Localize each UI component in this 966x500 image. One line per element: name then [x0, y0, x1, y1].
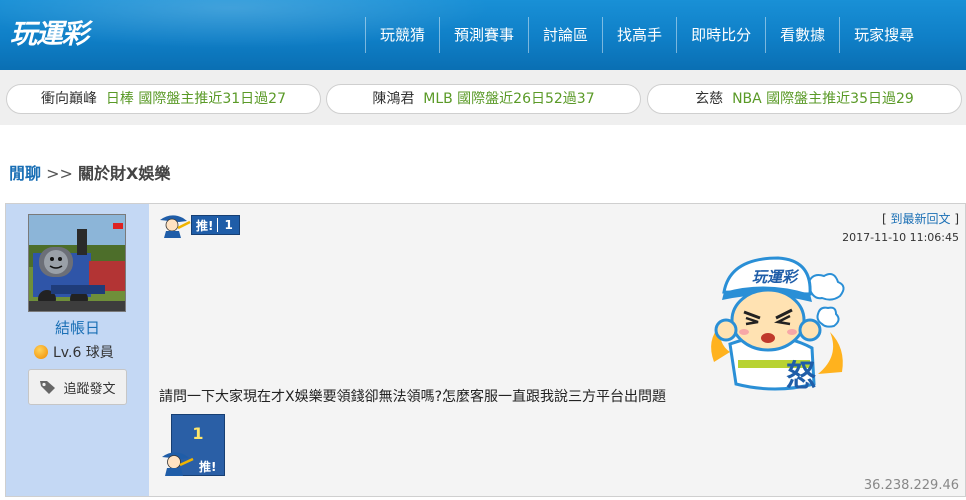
author-username[interactable]: 結帳日	[6, 317, 149, 338]
main-nav: 玩競猜 預測賽事 討論區 找高手 即時比分 看數據 玩家搜尋	[365, 17, 928, 53]
ticker-name: 玄慈	[695, 91, 724, 107]
push-vote-count: 1	[192, 424, 204, 443]
ticker-text: NBA 國際盤主推近35日過29	[732, 91, 914, 107]
mascot-icon	[162, 452, 194, 476]
level-text: Lv.6 球員	[53, 345, 114, 361]
ticker-name: 衝向巔峰	[41, 91, 97, 107]
reply-bracket-close: ]	[950, 212, 959, 226]
ticker-text: MLB 國際盤近26日52過37	[423, 91, 595, 107]
track-posts-label: 追蹤發文	[63, 381, 116, 397]
push-button[interactable]: 推! 1	[157, 212, 240, 238]
latest-reply-label: 到最新回文	[890, 212, 951, 226]
level-icon	[34, 345, 48, 359]
nav-item-experts[interactable]: 找高手	[602, 17, 676, 53]
sticker-cap-text: 玩運彩	[752, 268, 800, 286]
post-body: 請問一下大家現在才X娛樂要領錢卻無法領嗎?怎麼客服一直跟我說三方平台出問題	[159, 389, 667, 405]
push-counter: 推! 1	[191, 215, 240, 235]
breadcrumb-separator: >>	[41, 164, 78, 183]
nav-item-forum[interactable]: 討論區	[528, 17, 602, 53]
breadcrumb-board-link[interactable]: 閒聊	[9, 164, 41, 183]
nav-item-player-search[interactable]: 玩家搜尋	[839, 17, 928, 53]
ticker-name: 陳鴻君	[372, 91, 415, 107]
site-logo[interactable]: 玩運彩	[8, 12, 128, 52]
sticker-emotion-text: 怒	[786, 359, 816, 394]
top-header: 玩運彩 玩競猜 預測賽事 討論區 找高手 即時比分 看數據 玩家搜尋	[0, 0, 966, 70]
post-timestamp: 2017-11-10 11:06:45	[842, 231, 959, 244]
ticker-band-scallop	[0, 118, 966, 132]
poster-ip: 36.238.229.46	[863, 478, 959, 493]
tag-icon	[40, 381, 56, 394]
nav-item-predict[interactable]: 預測賽事	[439, 17, 528, 53]
avatar[interactable]	[28, 214, 126, 312]
breadcrumb-current: 關於財X娛樂	[78, 164, 171, 183]
breadcrumb: 閒聊 >> 關於財X娛樂	[9, 160, 170, 184]
author-level: Lv.6 球員	[34, 342, 114, 362]
ticker-pill[interactable]: 衝向巔峰 日棒 國際盤主推近31日過27	[6, 84, 321, 114]
track-posts-button[interactable]: 追蹤發文	[28, 369, 127, 405]
push-vote-button[interactable]: 1 推!	[159, 414, 225, 476]
mascot-icon	[160, 215, 191, 238]
angry-mascot-sticker: 玩運彩 怒	[711, 256, 845, 394]
nav-item-livescore[interactable]: 即時比分	[676, 17, 765, 53]
post-content-area: 推! 1 [ 到最新回文 ] 2017-11-10 11:06:45 玩運彩 怒…	[149, 204, 965, 496]
forum-post: 結帳日 Lv.6 球員 追蹤發文 推! 1 [到最新回文] 2017-11-…	[5, 203, 966, 497]
push-vote-label: 推!	[199, 460, 217, 474]
push-count: 1	[217, 218, 238, 232]
avatar-image	[29, 215, 125, 311]
nav-item-stats[interactable]: 看數據	[765, 17, 839, 53]
ticker-pill[interactable]: 陳鴻君 MLB 國際盤近26日52過37	[326, 84, 641, 114]
author-panel: 結帳日 Lv.6 球員 追蹤發文	[6, 204, 149, 496]
push-label: 推!	[196, 218, 214, 233]
ticker-pill[interactable]: 玄慈 NBA 國際盤主推近35日過29	[647, 84, 962, 114]
logo-text: 玩運彩	[10, 19, 94, 50]
nav-item-guess[interactable]: 玩競猜	[365, 17, 439, 53]
latest-reply-link[interactable]: [ 到最新回文 ]	[882, 210, 959, 227]
ticker-text: 日棒 國際盤主推近31日過27	[105, 91, 286, 107]
